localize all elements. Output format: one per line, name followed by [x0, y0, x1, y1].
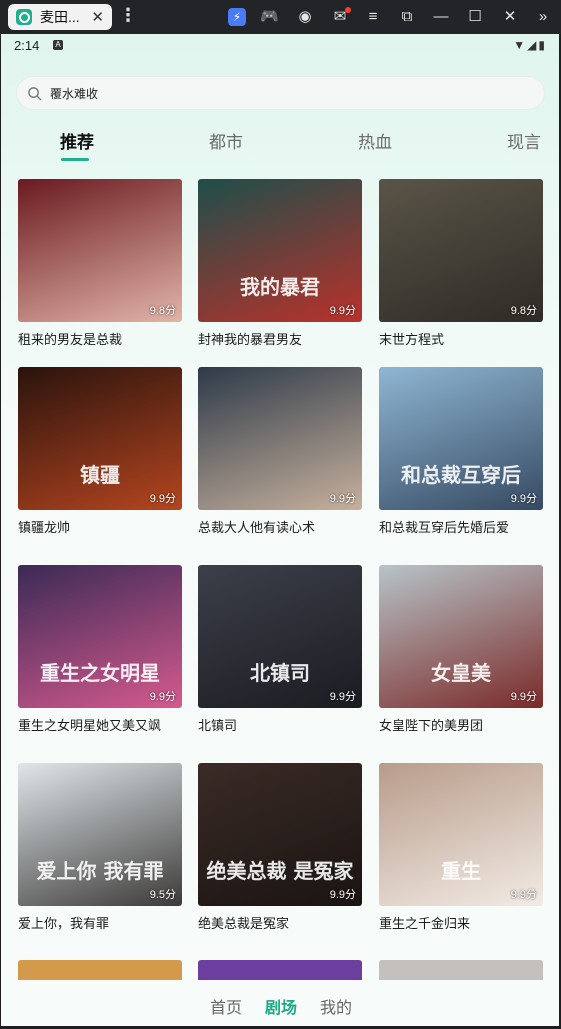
partial-thumbnail[interactable]: [198, 960, 362, 980]
notification-dot: [345, 7, 351, 13]
app-tab[interactable]: 麦田... ✕: [8, 4, 112, 30]
drama-title[interactable]: 末世方程式: [379, 329, 543, 348]
gamepad-icon[interactable]: 🎮: [260, 8, 279, 26]
drama-thumbnail[interactable]: 9.8分: [18, 179, 182, 322]
drama-thumbnail[interactable]: 绝美总裁 是冤家 9.9分: [198, 763, 362, 906]
rating-badge: 9.9分: [149, 493, 176, 505]
user-icon[interactable]: ◉: [296, 8, 314, 26]
bolt-icon[interactable]: ⚡: [228, 8, 246, 26]
tab-close-icon[interactable]: ✕: [91, 8, 104, 26]
drama-card[interactable]: 和总裁互穿后 9.9分和总裁互穿后先婚后爱: [379, 367, 543, 536]
drama-card[interactable]: 我的暴君 9.9分封神我的暴君男友: [198, 179, 362, 348]
menu-icon[interactable]: ≡: [364, 8, 382, 26]
tab-title: 麦田...: [40, 9, 80, 25]
nav-mine[interactable]: 我的: [320, 994, 352, 1018]
drama-title[interactable]: 总裁大人他有读心术: [198, 517, 362, 536]
drama-title[interactable]: 重生之女明星她又美又飒: [18, 715, 182, 734]
drama-thumbnail[interactable]: 重生之女明星 9.9分: [18, 565, 182, 708]
drama-title[interactable]: 北镇司: [198, 715, 362, 734]
rating-badge: 9.9分: [510, 889, 537, 901]
drama-card[interactable]: 爱上你 我有罪 9.5分爱上你，我有罪: [18, 763, 182, 932]
partial-thumbnail[interactable]: [379, 960, 543, 980]
tab-recommend[interactable]: 推荐: [60, 128, 94, 153]
partial-thumbnail[interactable]: [18, 960, 182, 980]
drama-title[interactable]: 和总裁互穿后先婚后爱: [379, 517, 543, 536]
poster-text: 和总裁互穿后: [401, 463, 521, 487]
phone-screen: 2:14 A ▼◢▮ 覆水难收 推荐 都市 热血 现言 9.8分租来的男友是总裁…: [1, 34, 559, 1026]
drama-title[interactable]: 女皇陛下的美男团: [379, 715, 543, 734]
drama-card[interactable]: 镇疆 9.9分镇疆龙帅: [18, 367, 182, 536]
rating-badge: 9.9分: [329, 493, 356, 505]
rating-badge: 9.9分: [510, 493, 537, 505]
drama-card[interactable]: 女皇美 9.9分女皇陛下的美男团: [379, 565, 543, 734]
rating-badge: 9.9分: [149, 691, 176, 703]
drama-thumbnail[interactable]: 我的暴君 9.9分: [198, 179, 362, 322]
drama-thumbnail[interactable]: 女皇美 9.9分: [379, 565, 543, 708]
window-close-icon[interactable]: ✕: [501, 8, 519, 26]
drama-card[interactable]: 9.8分租来的男友是总裁: [18, 179, 182, 348]
rating-badge: 9.9分: [510, 691, 537, 703]
drama-thumbnail[interactable]: 和总裁互穿后 9.9分: [379, 367, 543, 510]
status-signal-battery-icon: ▼◢▮: [513, 38, 547, 52]
category-tabs: 推荐 都市 热血 现言: [1, 128, 559, 168]
drama-card[interactable]: 9.9分总裁大人他有读心术: [198, 367, 362, 536]
drama-card[interactable]: 9.8分末世方程式: [379, 179, 543, 348]
status-notification-icon: A: [53, 40, 63, 50]
drama-thumbnail[interactable]: 镇疆 9.9分: [18, 367, 182, 510]
drama-title[interactable]: 封神我的暴君男友: [198, 329, 362, 348]
rating-badge: 9.8分: [510, 305, 537, 317]
drama-card[interactable]: 重生 9.9分重生之千金归来: [379, 763, 543, 932]
poster-text: 重生之女明星: [40, 661, 160, 685]
search-bar[interactable]: 覆水难收: [16, 76, 545, 110]
tab-romance[interactable]: 现言: [507, 128, 541, 153]
rating-badge: 9.8分: [149, 305, 176, 317]
rating-badge: 9.9分: [329, 305, 356, 317]
drama-card[interactable]: 重生之女明星 9.9分重生之女明星她又美又飒: [18, 565, 182, 734]
drama-title[interactable]: 绝美总裁是冤家: [198, 913, 362, 932]
drama-thumbnail[interactable]: 9.9分: [198, 367, 362, 510]
nav-home[interactable]: 首页: [210, 994, 242, 1018]
tab-action[interactable]: 热血: [358, 128, 392, 153]
nav-theater[interactable]: 剧场: [265, 994, 297, 1018]
minimize-icon[interactable]: —: [432, 8, 450, 26]
drama-card[interactable]: 绝美总裁 是冤家 9.9分绝美总裁是冤家: [198, 763, 362, 932]
search-input[interactable]: 覆水难收: [50, 85, 98, 102]
more-menu-icon[interactable]: ⋮: [119, 6, 137, 24]
status-time: 2:14: [14, 38, 40, 53]
drama-thumbnail[interactable]: 爱上你 我有罪 9.5分: [18, 763, 182, 906]
app-logo-icon: [16, 9, 32, 25]
active-tab-indicator: [61, 158, 89, 161]
poster-text: 我的暴君: [240, 275, 320, 299]
poster-text: 镇疆: [80, 463, 120, 487]
drama-title[interactable]: 租来的男友是总裁: [18, 329, 182, 348]
maximize-icon[interactable]: ☐: [466, 8, 484, 26]
poster-text: 重生: [441, 859, 481, 883]
chevron-right-icon[interactable]: »: [534, 8, 552, 26]
rating-badge: 9.9分: [329, 889, 356, 901]
rating-badge: 9.9分: [329, 691, 356, 703]
drama-title[interactable]: 镇疆龙帅: [18, 517, 182, 536]
rating-badge: 9.5分: [149, 889, 176, 901]
drama-card[interactable]: 北镇司 9.9分 北镇司: [198, 565, 362, 734]
poster-text: 爱上你 我有罪: [36, 859, 164, 883]
poster-text: 女皇美: [431, 661, 491, 685]
emulator-title-bar: 麦田... ✕ ⋮ ⚡ 🎮 ◉ ✉ ≡ ⧉ — ☐ ✕ »: [0, 0, 561, 34]
tab-urban[interactable]: 都市: [209, 128, 243, 153]
drama-title[interactable]: 重生之千金归来: [379, 913, 543, 932]
drama-title[interactable]: 爱上你，我有罪: [18, 913, 182, 932]
drama-thumbnail[interactable]: 9.8分: [379, 179, 543, 322]
mail-icon[interactable]: ✉: [331, 7, 351, 26]
poster-text: 绝美总裁 是冤家: [206, 859, 354, 883]
search-icon: [28, 86, 42, 101]
bottom-nav: 首页 剧场 我的: [1, 980, 559, 1026]
drama-thumbnail[interactable]: 北镇司 9.9分: [198, 565, 362, 708]
drama-thumbnail[interactable]: 重生 9.9分: [379, 763, 543, 906]
external-icon[interactable]: ⧉: [398, 8, 416, 26]
poster-text: 北镇司: [250, 661, 310, 685]
status-bar: 2:14 A ▼◢▮: [1, 34, 559, 58]
